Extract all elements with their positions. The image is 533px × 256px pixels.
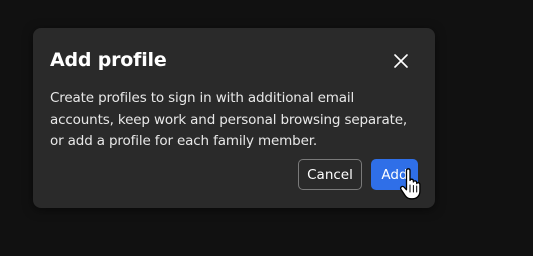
close-icon [394, 54, 408, 68]
cancel-button[interactable]: Cancel [298, 159, 362, 190]
close-button[interactable] [389, 49, 413, 73]
add-profile-dialog: Add profile Create profiles to sign in w… [33, 28, 435, 208]
dialog-description: Create profiles to sign in with addition… [50, 90, 408, 149]
dialog-title: Add profile [50, 49, 167, 71]
add-button[interactable]: Add [371, 159, 418, 190]
page-background: Add profile Create profiles to sign in w… [0, 0, 533, 256]
